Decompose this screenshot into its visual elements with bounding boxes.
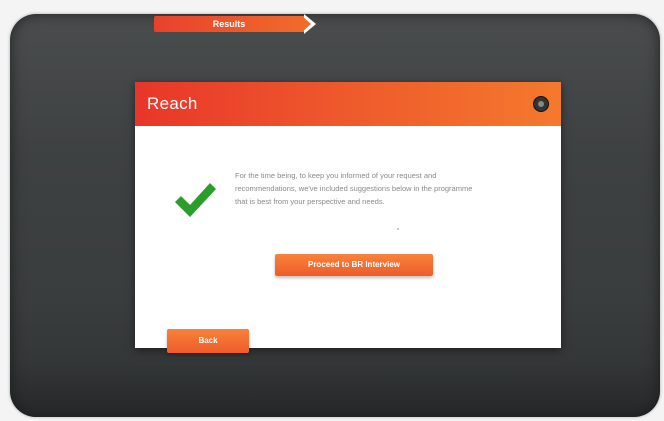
check-icon <box>175 183 216 217</box>
progress-arrow-fill <box>302 16 311 32</box>
message-line: that is best from your perspective and n… <box>235 197 385 206</box>
back-button[interactable]: Back <box>167 329 249 353</box>
dialog-title: Reach <box>147 94 198 113</box>
reach-dialog: Reach For the time being, to keep you in… <box>135 82 561 353</box>
dialog-message: For the time being, to keep you informed… <box>235 169 525 208</box>
message-line: For the time being, to keep you informed… <box>235 171 437 180</box>
message-line: recommendations, we've included suggesti… <box>235 184 473 193</box>
dialog-header: Reach <box>135 82 561 126</box>
device-frame: Results Reach For the time being, to kee… <box>10 14 660 417</box>
progress-bar: Results <box>72 14 592 36</box>
progress-step-current: Results <box>154 16 304 32</box>
frame-bottom-band <box>10 361 660 417</box>
close-icon[interactable] <box>533 96 549 112</box>
divider-dot <box>397 228 399 230</box>
proceed-interview-button[interactable]: Proceed to BR Interview <box>275 254 433 276</box>
